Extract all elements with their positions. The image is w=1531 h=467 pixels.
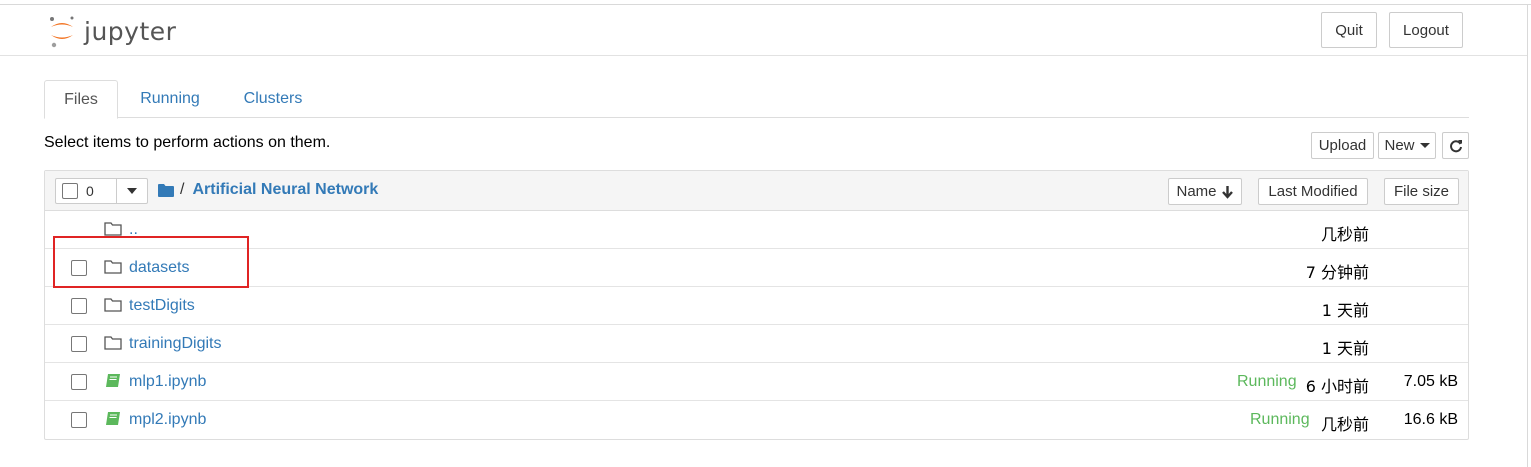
selected-count: 0 [86, 183, 94, 199]
breadcrumb: / Artificial Neural Network [158, 181, 378, 199]
select-all-area: 0 [56, 179, 117, 203]
select-all-group: 0 [55, 178, 148, 204]
file-name-link[interactable]: trainingDigits [129, 335, 221, 353]
row-checkbox[interactable] [71, 336, 87, 352]
selection-instruction: Select items to perform actions on them. [44, 134, 331, 151]
running-status: Running [1250, 411, 1310, 428]
quit-button[interactable]: Quit [1321, 12, 1377, 48]
row-checkbox[interactable] [71, 412, 87, 428]
logout-button[interactable]: Logout [1389, 12, 1463, 48]
sort-modified-button[interactable]: Last Modified [1258, 178, 1368, 205]
last-modified: 几秒前 [1320, 415, 1369, 434]
sort-name-button[interactable]: Name [1168, 178, 1242, 205]
sort-size-button[interactable]: File size [1384, 178, 1459, 205]
last-modified: 6 小时前 [1305, 377, 1369, 396]
list-item[interactable]: mpl2.ipynb Running 几秒前 16.6 kB [45, 401, 1468, 439]
file-size: 16.6 kB [1403, 411, 1458, 428]
last-modified: 7 分钟前 [1305, 263, 1369, 282]
refresh-button[interactable] [1442, 132, 1469, 159]
chevron-down-icon [1419, 143, 1430, 148]
tab-bar: Files Running Clusters [44, 80, 1469, 119]
header-bar: jupyter Quit Logout [0, 5, 1527, 56]
new-label: New [1384, 137, 1415, 154]
jupyter-logo-icon [50, 16, 74, 48]
list-item[interactable]: testDigits 1 天前 [45, 287, 1468, 325]
last-modified: 1 天前 [1321, 301, 1369, 320]
file-list: 0 / Artificial Neural Network Name Last … [44, 170, 1469, 440]
tab-files[interactable]: Files [44, 80, 118, 119]
running-status: Running [1237, 373, 1297, 390]
tab-clusters[interactable]: Clusters [232, 80, 314, 118]
folder-icon[interactable] [158, 183, 174, 197]
list-item[interactable]: datasets 7 分钟前 [45, 249, 1468, 287]
list-item[interactable]: trainingDigits 1 天前 [45, 325, 1468, 363]
new-dropdown-button[interactable]: New [1378, 132, 1436, 159]
arrow-down-icon [1221, 185, 1233, 199]
file-name-link[interactable]: testDigits [129, 297, 195, 315]
notebook-icon [106, 412, 120, 425]
annotation-highlight-box [53, 236, 249, 288]
file-name-link[interactable]: mlp1.ipynb [129, 373, 206, 391]
file-list-header: 0 / Artificial Neural Network Name Last … [45, 171, 1468, 211]
folder-icon [104, 336, 122, 350]
last-modified: 几秒前 [1320, 225, 1369, 244]
select-dropdown-button[interactable] [117, 179, 147, 203]
right-border [1527, 4, 1528, 467]
notebook-icon [106, 374, 120, 387]
chevron-down-icon [127, 188, 137, 194]
last-modified: 1 天前 [1321, 339, 1369, 358]
file-size: 7.05 kB [1403, 373, 1458, 390]
sort-name-label: Name [1176, 183, 1217, 200]
breadcrumb-current-folder[interactable]: Artificial Neural Network [192, 181, 378, 199]
logo-text: jupyter [84, 16, 177, 46]
file-name-link[interactable]: mpl2.ipynb [129, 411, 206, 429]
jupyter-logo[interactable]: jupyter [48, 13, 188, 49]
folder-icon [104, 298, 122, 312]
refresh-icon [1449, 139, 1462, 152]
row-checkbox[interactable] [71, 374, 87, 390]
tab-running[interactable]: Running [128, 80, 212, 118]
breadcrumb-separator: / [180, 181, 185, 198]
list-item[interactable]: .. 几秒前 [45, 211, 1468, 249]
list-item[interactable]: mlp1.ipynb Running 6 小时前 7.05 kB [45, 363, 1468, 401]
folder-open-icon [104, 222, 122, 236]
row-checkbox[interactable] [71, 298, 87, 314]
select-all-checkbox[interactable] [62, 183, 78, 199]
upload-button[interactable]: Upload [1311, 132, 1374, 159]
